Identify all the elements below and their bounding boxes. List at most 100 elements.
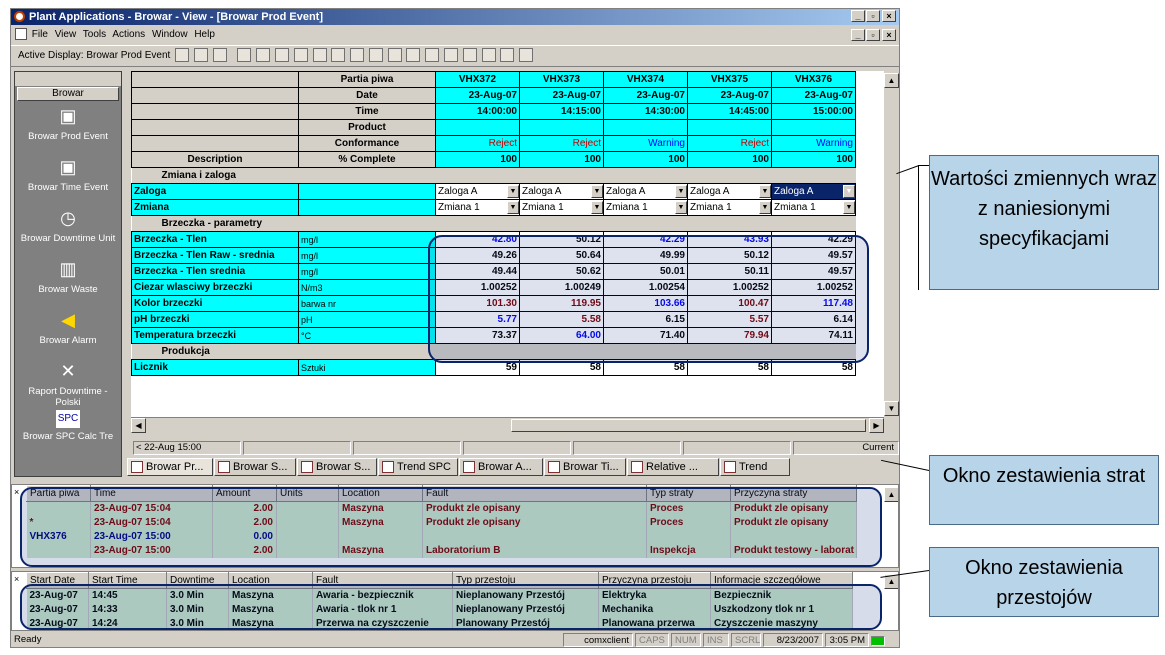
- menu-help[interactable]: Help: [194, 29, 215, 40]
- vertical-scrollbar[interactable]: ▲ ▼: [884, 71, 899, 417]
- tab-8[interactable]: Trend: [720, 458, 790, 476]
- menu-window[interactable]: Window: [152, 29, 188, 40]
- header-value[interactable]: [435, 119, 520, 136]
- dropdown-field[interactable]: Zaloga A ▼: [687, 183, 772, 200]
- header-value[interactable]: VHX374: [603, 71, 688, 88]
- refresh-icon[interactable]: [274, 48, 289, 63]
- tab-1[interactable]: Browar Pr...: [127, 458, 213, 476]
- header-value[interactable]: 100: [603, 151, 688, 168]
- header-value[interactable]: VHX375: [687, 71, 772, 88]
- tab-3[interactable]: Browar S...: [297, 458, 377, 476]
- restore-button[interactable]: ▫: [866, 10, 880, 22]
- scroll-up-button[interactable]: ▲: [884, 73, 899, 88]
- menu-view[interactable]: View: [55, 29, 77, 40]
- chevron-down-icon[interactable]: ▼: [591, 185, 603, 198]
- chevron-down-icon[interactable]: ▼: [507, 201, 519, 214]
- timeline-start[interactable]: < 22-Aug 15:00: [133, 441, 241, 455]
- chevron-down-icon[interactable]: ▼: [843, 185, 855, 198]
- scroll-down-button[interactable]: ▼: [884, 401, 899, 416]
- dropdown-field[interactable]: Zmiana 1 ▼: [435, 199, 520, 216]
- timeline-end[interactable]: Current: [793, 441, 899, 455]
- header-value[interactable]: 14:45:00: [687, 103, 772, 120]
- menu-actions[interactable]: Actions: [112, 29, 145, 40]
- dropdown-field[interactable]: Zaloga A ▼: [435, 183, 520, 200]
- network-icon[interactable]: [444, 48, 458, 63]
- child-minimize-button[interactable]: _: [851, 29, 865, 41]
- dropdown-field[interactable]: Zaloga A ▼: [519, 183, 604, 200]
- tab-6[interactable]: Browar Ti...: [544, 458, 626, 476]
- header-value[interactable]: VHX373: [519, 71, 604, 88]
- tab-5[interactable]: Browar A...: [459, 458, 543, 476]
- horizontal-scrollbar[interactable]: ◀ ▶: [131, 417, 884, 433]
- histogram-icon[interactable]: [481, 48, 496, 63]
- header-value[interactable]: 100: [771, 151, 856, 168]
- header-value[interactable]: 23-Aug-07: [435, 87, 520, 104]
- list-icon[interactable]: [350, 48, 365, 63]
- chevron-down-icon[interactable]: ▼: [591, 201, 603, 214]
- panel-close-icon[interactable]: ×: [14, 574, 19, 584]
- chevron-down-icon[interactable]: ▼: [507, 185, 519, 198]
- scroll-left-button[interactable]: ◀: [131, 418, 146, 433]
- line-chart-icon[interactable]: [406, 48, 421, 63]
- dropdown-field[interactable]: Zmiana 1 ▼: [603, 199, 688, 216]
- header-value[interactable]: [603, 119, 688, 136]
- losses-scroll-up[interactable]: ▲: [884, 487, 898, 502]
- scroll-thumb[interactable]: [511, 419, 866, 432]
- dropdown-field[interactable]: Zmiana 1 ▼: [519, 199, 604, 216]
- dropdown-field[interactable]: Zaloga A ▼: [603, 183, 688, 200]
- header-value[interactable]: 100: [687, 151, 772, 168]
- chart-icon[interactable]: [237, 48, 252, 63]
- sidebar-item-spc-calc[interactable]: SPC Browar SPC Calc Tre: [15, 408, 121, 459]
- header-value[interactable]: Warning: [771, 135, 856, 152]
- tab-2[interactable]: Browar S...: [214, 458, 296, 476]
- cross-icon[interactable]: [462, 48, 477, 63]
- sidebar-item-waste[interactable]: ▥ Browar Waste: [15, 255, 121, 306]
- sidebar-item-report-downtime[interactable]: ✕ Raport Downtime - Polski: [15, 357, 121, 408]
- menu-tools[interactable]: Tools: [83, 29, 106, 40]
- chevron-down-icon[interactable]: ▼: [759, 201, 771, 214]
- header-value[interactable]: Warning: [603, 135, 688, 152]
- globe-icon[interactable]: [256, 48, 271, 63]
- pencil-icon[interactable]: [519, 48, 534, 63]
- header-value[interactable]: VHX376: [771, 71, 856, 88]
- header-value[interactable]: 100: [435, 151, 520, 168]
- header-value[interactable]: [687, 119, 772, 136]
- header-value[interactable]: 23-Aug-07: [519, 87, 604, 104]
- trend-icon[interactable]: [500, 48, 515, 63]
- header-value[interactable]: 23-Aug-07: [771, 87, 856, 104]
- dropdown-field[interactable]: Zmiana 1 ▼: [771, 199, 856, 216]
- header-value[interactable]: 23-Aug-07: [687, 87, 772, 104]
- users-icon[interactable]: [193, 48, 208, 63]
- menu-file[interactable]: File: [32, 29, 48, 40]
- title-bar[interactable]: Plant Applications - Browar - View - [Br…: [11, 9, 899, 25]
- sidebar-group-button[interactable]: Browar: [17, 87, 119, 101]
- header-value[interactable]: 100: [519, 151, 604, 168]
- sidebar-item-downtime-unit[interactable]: ◷ Browar Downtime Unit: [15, 204, 121, 255]
- header-value[interactable]: [519, 119, 604, 136]
- sidebar-item-prod-event[interactable]: ▣ Browar Prod Event: [15, 102, 121, 153]
- chevron-down-icon[interactable]: ▼: [675, 201, 687, 214]
- header-value[interactable]: Reject: [519, 135, 604, 152]
- close-button[interactable]: ×: [882, 10, 896, 22]
- chevron-down-icon[interactable]: ▼: [759, 185, 771, 198]
- bar-chart-icon[interactable]: [425, 48, 440, 63]
- header-value[interactable]: Reject: [687, 135, 772, 152]
- panel-close-icon[interactable]: ×: [14, 487, 19, 497]
- lock-icon[interactable]: [212, 48, 227, 63]
- header-value[interactable]: 14:15:00: [519, 103, 604, 120]
- table-icon[interactable]: [312, 48, 327, 63]
- tab-4[interactable]: Trend SPC: [378, 458, 458, 476]
- dropdown-field[interactable]: Zmiana 1 ▼: [687, 199, 772, 216]
- sidebar-item-time-event[interactable]: ▣ Browar Time Event: [15, 153, 121, 204]
- report-icon[interactable]: [368, 48, 383, 63]
- monitor-icon[interactable]: [387, 48, 402, 63]
- header-value[interactable]: VHX372: [435, 71, 520, 88]
- sidebar-item-alarm[interactable]: ◀ Browar Alarm: [15, 306, 121, 357]
- header-value[interactable]: 15:00:00: [771, 103, 856, 120]
- chevron-down-icon[interactable]: ▼: [843, 201, 855, 214]
- child-close-button[interactable]: ×: [882, 29, 896, 41]
- scroll-right-button[interactable]: ▶: [869, 418, 884, 433]
- header-value[interactable]: 14:30:00: [603, 103, 688, 120]
- dropdown-field[interactable]: Zaloga A ▼: [771, 183, 856, 200]
- print-icon[interactable]: [175, 48, 190, 63]
